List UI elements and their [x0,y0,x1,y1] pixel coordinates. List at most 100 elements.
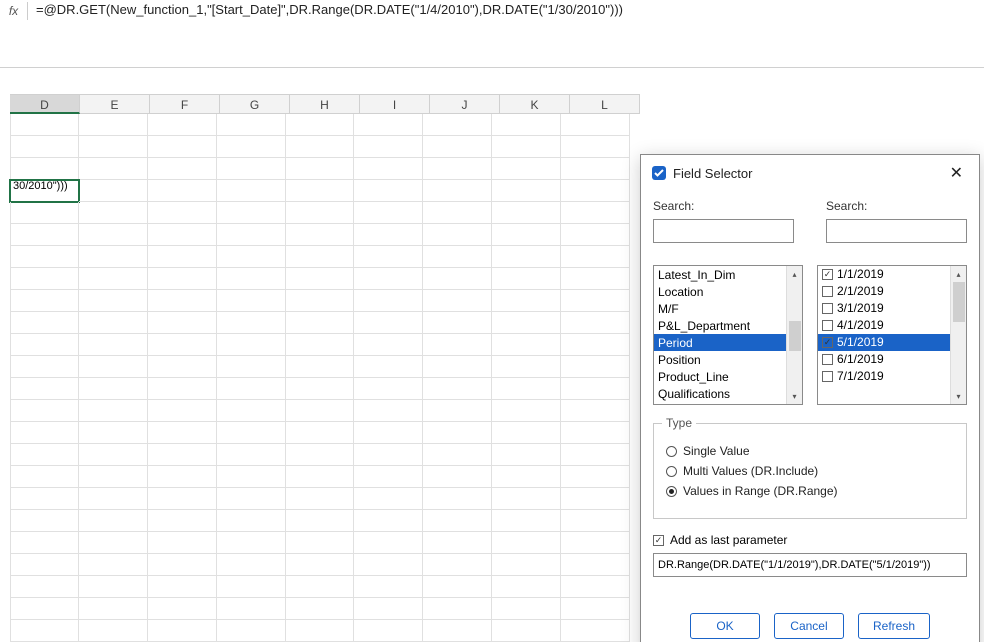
cell[interactable] [217,488,286,510]
cell[interactable] [217,136,286,158]
cell[interactable] [217,620,286,642]
cell[interactable] [492,334,561,356]
cell[interactable] [10,598,79,620]
cell[interactable] [286,444,355,466]
cell[interactable] [10,290,79,312]
cell[interactable] [492,466,561,488]
list-item[interactable]: ✓5/1/2019 [818,334,950,351]
cell[interactable] [354,268,423,290]
cell[interactable] [217,158,286,180]
cell[interactable] [148,180,217,202]
cell[interactable] [217,334,286,356]
column-header[interactable]: J [430,94,500,114]
cell[interactable] [561,290,630,312]
list-item[interactable]: 6/1/2019 [818,351,950,368]
cell[interactable] [354,136,423,158]
cell[interactable] [148,114,217,136]
cell[interactable] [286,136,355,158]
checkbox-icon[interactable] [822,303,833,314]
cell[interactable] [217,356,286,378]
cell[interactable] [354,378,423,400]
list-item[interactable]: M/F [654,300,786,317]
scrollbar-thumb[interactable] [953,282,965,322]
cell[interactable] [148,466,217,488]
cell[interactable] [492,312,561,334]
cell[interactable] [561,510,630,532]
list-item[interactable]: ✓1/1/2019 [818,266,950,283]
cell[interactable] [10,576,79,598]
cell[interactable] [10,620,79,642]
cell[interactable] [217,180,286,202]
cell[interactable] [148,620,217,642]
cell[interactable] [492,356,561,378]
cell[interactable] [423,444,492,466]
cell[interactable] [561,312,630,334]
cell[interactable] [423,554,492,576]
cell[interactable] [354,620,423,642]
cell[interactable] [492,114,561,136]
cell[interactable] [217,312,286,334]
cell[interactable] [217,554,286,576]
cell[interactable] [423,378,492,400]
cell[interactable] [561,158,630,180]
cell[interactable] [286,180,355,202]
cell[interactable] [217,268,286,290]
cell[interactable] [561,268,630,290]
cell[interactable] [286,290,355,312]
cell[interactable] [423,488,492,510]
cell[interactable] [354,312,423,334]
chevron-up-icon[interactable]: ▴ [951,266,966,282]
cell[interactable] [148,422,217,444]
cell[interactable] [423,356,492,378]
cell[interactable] [492,532,561,554]
cell[interactable] [492,488,561,510]
column-header[interactable]: L [570,94,640,114]
cell[interactable] [561,246,630,268]
cell[interactable] [10,312,79,334]
cell[interactable] [492,422,561,444]
radio-icon[interactable] [666,466,677,477]
list-item[interactable]: Period [654,334,786,351]
cell[interactable] [148,576,217,598]
cell[interactable] [286,114,355,136]
cell[interactable] [286,202,355,224]
cell[interactable] [492,400,561,422]
radio-icon[interactable] [666,486,677,497]
cell[interactable] [423,114,492,136]
cell[interactable] [10,400,79,422]
add-last-checkbox[interactable]: ✓ [653,535,664,546]
cell[interactable] [492,202,561,224]
cell[interactable] [354,444,423,466]
cell[interactable] [492,224,561,246]
cell[interactable] [561,422,630,444]
cell[interactable] [286,510,355,532]
column-header[interactable]: E [80,94,150,114]
cell[interactable] [79,576,148,598]
cell[interactable] [10,334,79,356]
cell[interactable] [79,136,148,158]
cell[interactable] [10,378,79,400]
cell[interactable] [286,532,355,554]
cell[interactable] [10,510,79,532]
cell[interactable] [148,290,217,312]
cell[interactable] [10,356,79,378]
column-header[interactable]: D [10,94,80,114]
cell[interactable] [354,554,423,576]
scrollbar[interactable]: ▴ ▾ [950,266,966,404]
values-listbox[interactable]: ✓1/1/20192/1/20193/1/20194/1/2019✓5/1/20… [817,265,967,405]
cell[interactable] [79,158,148,180]
cell[interactable] [354,334,423,356]
list-item[interactable]: Latest_In_Dim [654,266,786,283]
cell[interactable] [561,532,630,554]
list-item[interactable]: 2/1/2019 [818,283,950,300]
cell[interactable] [561,180,630,202]
cell[interactable] [423,224,492,246]
cell[interactable] [561,356,630,378]
cell[interactable] [10,158,79,180]
checkbox-icon[interactable] [822,371,833,382]
checkbox-icon[interactable]: ✓ [822,269,833,280]
cell[interactable] [148,312,217,334]
cell[interactable] [286,488,355,510]
cell[interactable] [286,620,355,642]
cell[interactable] [561,466,630,488]
